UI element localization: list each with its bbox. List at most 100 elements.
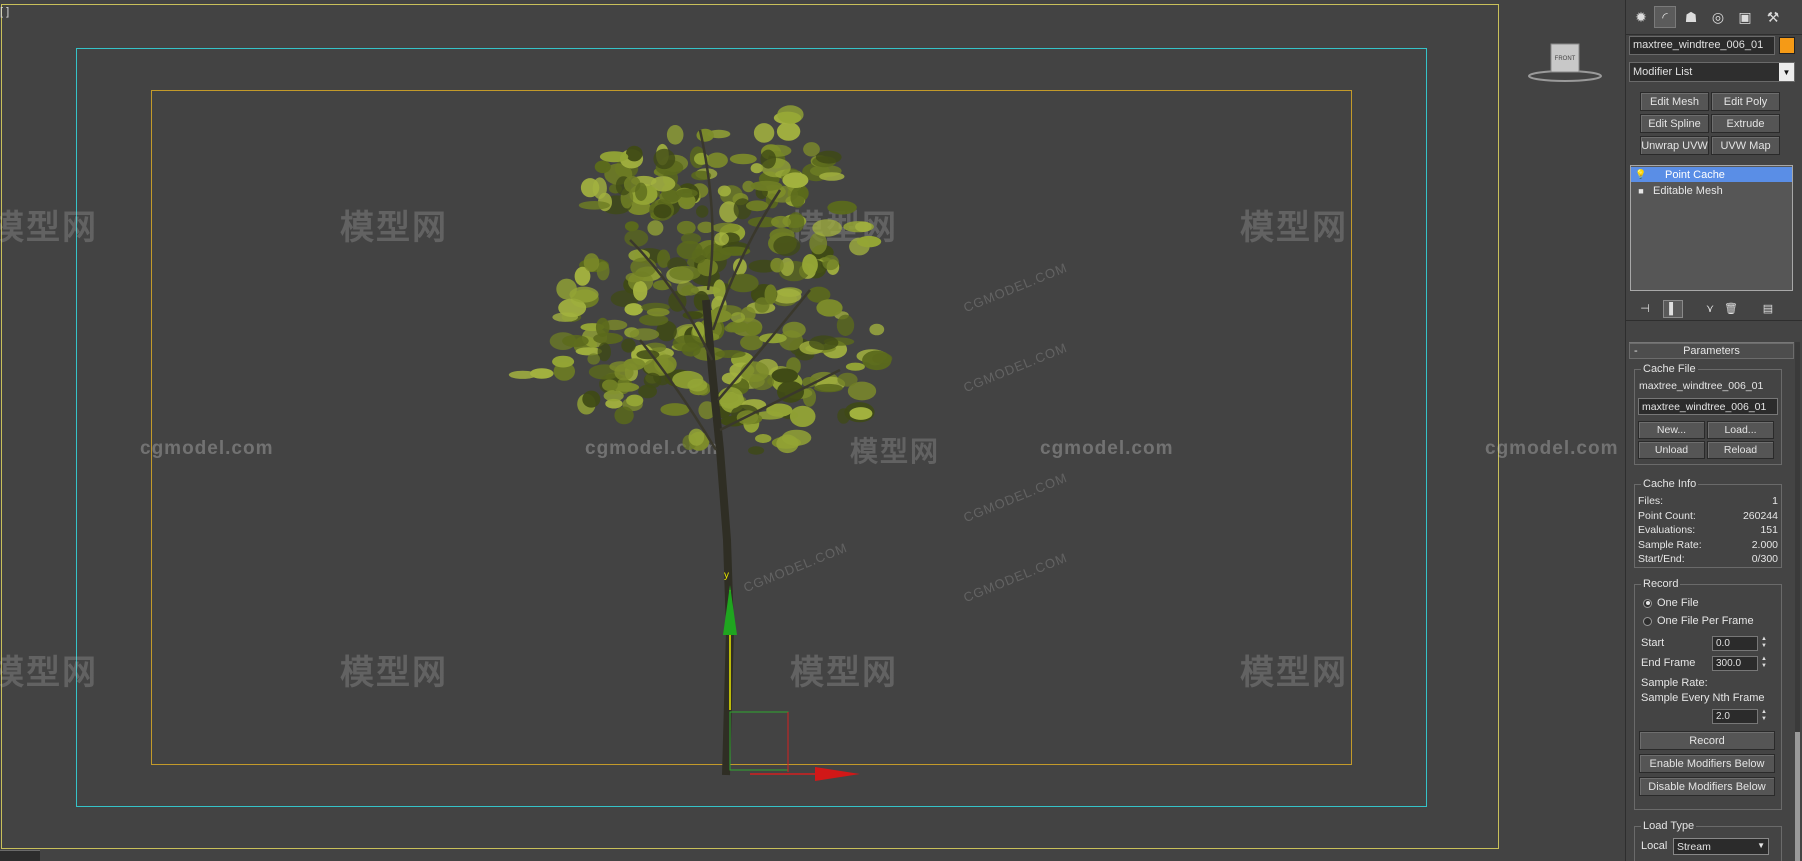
rollout-title: Parameters (1683, 345, 1740, 357)
sample-spinner[interactable]: 2.0 ▲ ▼ (1712, 709, 1770, 724)
end-frame-spinner[interactable]: 300.0 ▲ ▼ (1712, 656, 1770, 671)
info-row-files: Files: 1 (1638, 495, 1778, 507)
edit-poly-button[interactable]: Edit Poly (1711, 92, 1780, 111)
start-field[interactable]: 0.0 (1712, 636, 1758, 651)
group-title: Load Type (1641, 820, 1697, 832)
object-name-field[interactable]: maxtree_windtree_006_01 (1629, 36, 1775, 55)
disable-modifiers-below-button[interactable]: Disable Modifiers Below (1639, 777, 1775, 796)
watermark-logo: 模型网 (0, 209, 98, 247)
group-title: Record (1641, 578, 1681, 590)
cache-file-group: Cache File maxtree_windtree_006_01 maxtr… (1634, 363, 1782, 465)
make-unique-icon[interactable]: ⋎ (1701, 300, 1719, 316)
mesh-icon: ■ (1638, 185, 1644, 196)
new-cache-button[interactable]: New... (1638, 421, 1705, 439)
edit-mesh-button[interactable]: Edit Mesh (1640, 92, 1709, 111)
record-button[interactable]: Record (1639, 731, 1775, 750)
command-panel-tabs: ✹ ◜ ☗ ◎ ▣ ⚒ (1626, 0, 1802, 35)
viewport-corner-bar (0, 850, 40, 861)
modify-icon[interactable]: ◜ (1654, 6, 1676, 28)
unload-cache-button[interactable]: Unload (1638, 441, 1705, 459)
stack-item-label: Point Cache (1665, 168, 1725, 181)
hierarchy-icon[interactable]: ☗ (1680, 6, 1702, 28)
one-file-per-frame-radio[interactable]: One File Per Frame (1643, 615, 1754, 627)
display-icon[interactable]: ▣ (1734, 6, 1756, 28)
load-type-group: Load Type Local Stream ▼ (1634, 820, 1782, 861)
gizmo-x-arrow[interactable] (815, 767, 860, 781)
panel-scrollbar[interactable] (1795, 342, 1800, 861)
spinner-arrows-icon[interactable]: ▲ ▼ (1759, 636, 1769, 651)
load-type-value: Stream (1677, 841, 1711, 853)
info-row-start-end: Start/End: 0/300 (1638, 553, 1778, 565)
collapse-icon: - (1634, 345, 1638, 357)
configure-sets-icon[interactable]: ▤ (1759, 300, 1777, 316)
viewport-label-menu[interactable]: [ ] (0, 6, 9, 18)
watermark-logo: 模型网 (0, 654, 98, 692)
start-label: Start (1641, 637, 1665, 649)
stack-item-editable-mesh[interactable]: ■ Editable Mesh (1631, 183, 1792, 198)
show-end-result-icon[interactable]: ▌ (1663, 300, 1683, 318)
modifier-stack: 💡 Point Cache ■ Editable Mesh (1630, 165, 1793, 291)
start-spinner[interactable]: 0.0 ▲ ▼ (1712, 636, 1770, 651)
sample-rate-label: Sample Rate: (1641, 677, 1708, 689)
cache-info-group: Cache Info Files: 1 Point Count: 260244 Ev… (1634, 478, 1782, 568)
watermark-logo: 模型网 (340, 209, 448, 247)
spinner-arrows-icon[interactable]: ▲ ▼ (1759, 656, 1769, 671)
end-frame-field[interactable]: 300.0 (1712, 656, 1758, 671)
watermark-text: cgmodel.com (1040, 438, 1174, 459)
viewcube[interactable]: FRONT (1525, 40, 1605, 86)
stack-toolbar: ⊣ ▌ ⋎ 🗑 ▤ (1626, 296, 1802, 321)
gizmo-y-arrow[interactable] (723, 585, 737, 635)
remove-modifier-icon[interactable]: 🗑 (1722, 300, 1740, 316)
sample-field[interactable]: 2.0 (1712, 709, 1758, 724)
stack-item-point-cache[interactable]: 💡 Point Cache (1631, 167, 1792, 182)
pin-stack-icon[interactable]: ⊣ (1636, 300, 1654, 316)
load-cache-button[interactable]: Load... (1707, 421, 1774, 439)
info-row-sample-rate: Sample Rate: 2.000 (1638, 539, 1778, 551)
gizmo-plane-handle[interactable] (729, 711, 789, 771)
group-title: Cache Info (1641, 478, 1699, 490)
sample-every-label: Sample Every Nth Frame (1641, 692, 1765, 704)
object-color-swatch[interactable] (1779, 37, 1795, 54)
record-group: Record One File One File Per Frame Start… (1634, 578, 1782, 810)
tree-foliage (508, 105, 893, 455)
modifier-list-dropdown[interactable]: Modifier List ▼ (1629, 62, 1795, 82)
lightbulb-icon[interactable]: 💡 (1635, 169, 1647, 181)
one-file-radio[interactable]: One File (1643, 597, 1699, 609)
watermark-text: cgmodel.com (1485, 438, 1619, 459)
panel-scroll-thumb[interactable] (1795, 732, 1800, 861)
radio-dot (1643, 616, 1652, 626)
info-row-evaluations: Evaluations: 151 (1638, 524, 1778, 536)
chevron-down-icon: ▼ (1779, 63, 1794, 81)
edit-spline-button[interactable]: Edit Spline (1640, 114, 1709, 133)
info-row-point-count: Point Count: 260244 (1638, 510, 1778, 522)
reload-cache-button[interactable]: Reload (1707, 441, 1774, 459)
transform-gizmo[interactable] (690, 560, 940, 800)
watermark-logo: 模型网 (1240, 209, 1348, 247)
front-viewport[interactable]: [ ] 模型网 模型网 模型网 模型网 模型网 模型网 模型网 模型网 模型网 … (0, 0, 1625, 861)
spinner-arrows-icon[interactable]: ▲ ▼ (1759, 709, 1769, 724)
command-panel: ✹ ◜ ☗ ◎ ▣ ⚒ maxtree_windtree_006_01 Modi… (1625, 0, 1802, 861)
group-title: Cache File (1641, 363, 1698, 375)
watermark-text: cgmodel.com (140, 438, 274, 459)
viewcube-face-label: FRONT (1555, 56, 1576, 62)
cache-file-name-label: maxtree_windtree_006_01 (1639, 380, 1764, 392)
uvw-map-button[interactable]: UVW Map (1711, 136, 1780, 155)
load-type-dropdown[interactable]: Stream ▼ (1673, 838, 1769, 855)
stack-item-label: Editable Mesh (1653, 184, 1723, 197)
extrude-button[interactable]: Extrude (1711, 114, 1780, 133)
end-frame-label: End Frame (1641, 657, 1696, 669)
motion-icon[interactable]: ◎ (1707, 6, 1729, 28)
local-label: Local (1641, 840, 1668, 852)
radio-dot (1643, 598, 1652, 608)
unwrap-uvw-button[interactable]: Unwrap UVW (1640, 136, 1709, 155)
parameters-rollout: - Parameters Cache File maxtree_windtree… (1629, 342, 1794, 861)
chevron-down-icon: ▼ (1757, 841, 1765, 850)
gizmo-axis-label: y (724, 570, 729, 581)
utilities-icon[interactable]: ⚒ (1762, 6, 1784, 28)
cache-file-path-field[interactable]: maxtree_windtree_006_01 (1638, 398, 1778, 415)
enable-modifiers-below-button[interactable]: Enable Modifiers Below (1639, 754, 1775, 773)
watermark-logo: 模型网 (1240, 654, 1348, 692)
parameters-rollout-header[interactable]: - Parameters (1629, 343, 1794, 359)
modifier-list-label: Modifier List (1633, 66, 1693, 78)
create-icon[interactable]: ✹ (1630, 6, 1652, 28)
